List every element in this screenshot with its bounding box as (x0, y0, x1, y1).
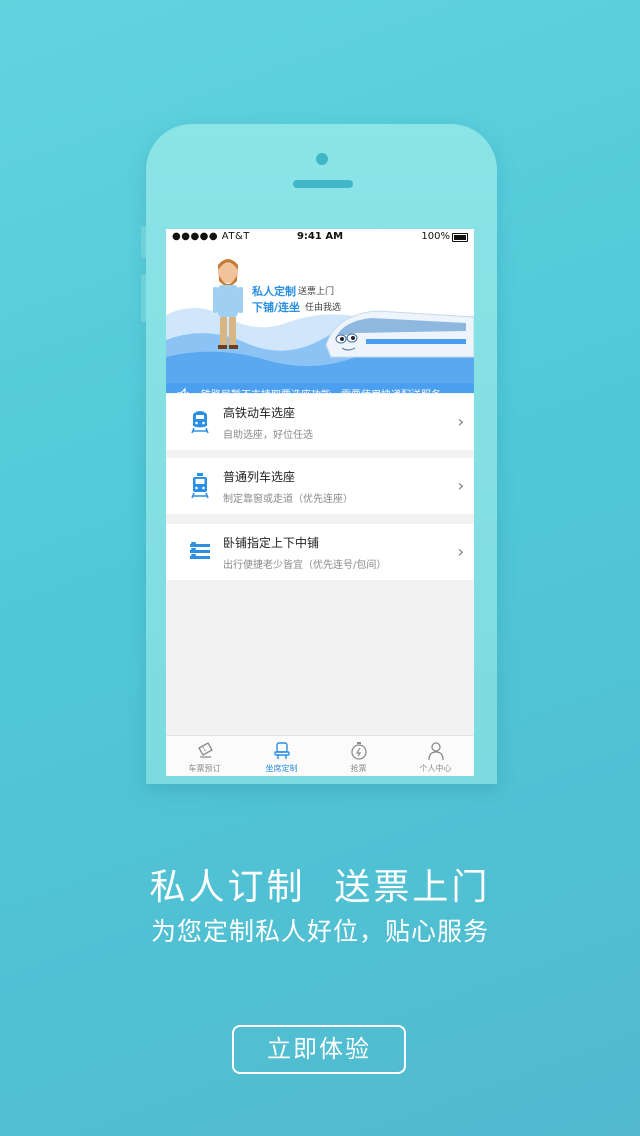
app-screen: ●●●●● AT&T 9:41 AM 100% 私人定制 送票上门 下铺/连坐 … (166, 229, 474, 776)
tab-label: 个人中心 (419, 764, 452, 773)
tab-grab-ticket[interactable]: 抢票 (320, 736, 397, 776)
option-sleeper-berth[interactable]: 卧铺指定上下中铺 出行便捷老少皆宜（优先连号/包间） › (166, 524, 474, 580)
option-subtitle: 制定靠窗或走道（优先连座） (223, 494, 353, 505)
battery-label: 100% (421, 231, 450, 242)
ticket-icon (166, 740, 243, 762)
tab-seat-custom[interactable]: 坐席定制 (243, 736, 320, 776)
chevron-right-icon: › (457, 476, 464, 495)
option-title: 卧铺指定上下中铺 (223, 536, 320, 550)
phone-camera (316, 153, 328, 165)
tab-label: 坐席定制 (265, 764, 298, 773)
phone-side-button (141, 274, 146, 322)
tab-label: 抢票 (350, 764, 367, 773)
bullet-train-icon (188, 408, 212, 436)
banner-title-2: 下铺/连坐 (252, 301, 301, 314)
status-bar: ●●●●● AT&T 9:41 AM 100% (166, 229, 474, 245)
option-title: 高铁动车选座 (223, 406, 296, 420)
tab-ticket-booking[interactable]: 车票预订 (166, 736, 243, 776)
berth-icon (188, 538, 212, 566)
banner-illustration (166, 259, 474, 393)
stopwatch-icon (320, 740, 397, 762)
option-regular-train-seat[interactable]: 普通列车选座 制定靠窗或走道（优先连座） › (166, 458, 474, 514)
phone-side-button (141, 226, 146, 258)
phone-speaker (293, 180, 353, 188)
option-title: 普通列车选座 (223, 470, 296, 484)
option-high-speed-seat[interactable]: 高铁动车选座 自助选座，好位任选 › (166, 394, 474, 450)
notice-bar: 铁路局暂不支持取票选座功能，需要使用快递配送服务 (166, 383, 474, 393)
notice-text: 铁路局暂不支持取票选座功能，需要使用快递配送服务 (201, 383, 441, 393)
promo-banner[interactable]: 私人定制 送票上门 下铺/连坐 任由我选 铁路局暂不支持取票选座功能，需要使用快… (166, 245, 474, 393)
promo-headline: 私人订制 送票上门 (149, 867, 491, 908)
battery-icon (452, 233, 468, 242)
chevron-right-icon: › (457, 412, 464, 431)
train-icon (188, 472, 212, 500)
banner-title-1: 私人定制 (252, 285, 296, 298)
tab-label: 车票预订 (188, 764, 221, 773)
try-now-button[interactable]: 立即体验 (232, 1025, 406, 1074)
tab-personal-center[interactable]: 个人中心 (397, 736, 474, 776)
banner-subtitle-1: 送票上门 (298, 287, 335, 297)
banner-subtitle-2: 任由我选 (305, 303, 342, 313)
option-subtitle: 自助选座，好位任选 (223, 430, 313, 441)
option-subtitle: 出行便捷老少皆宜（优先连号/包间） (223, 560, 387, 571)
person-icon (397, 740, 474, 762)
seat-icon (243, 740, 320, 762)
tab-bar: 车票预订 坐席定制 抢票 个人中心 (166, 735, 474, 776)
chevron-right-icon: › (457, 542, 464, 561)
promo-subheadline: 为您定制私人好位，贴心服务 (150, 917, 489, 946)
